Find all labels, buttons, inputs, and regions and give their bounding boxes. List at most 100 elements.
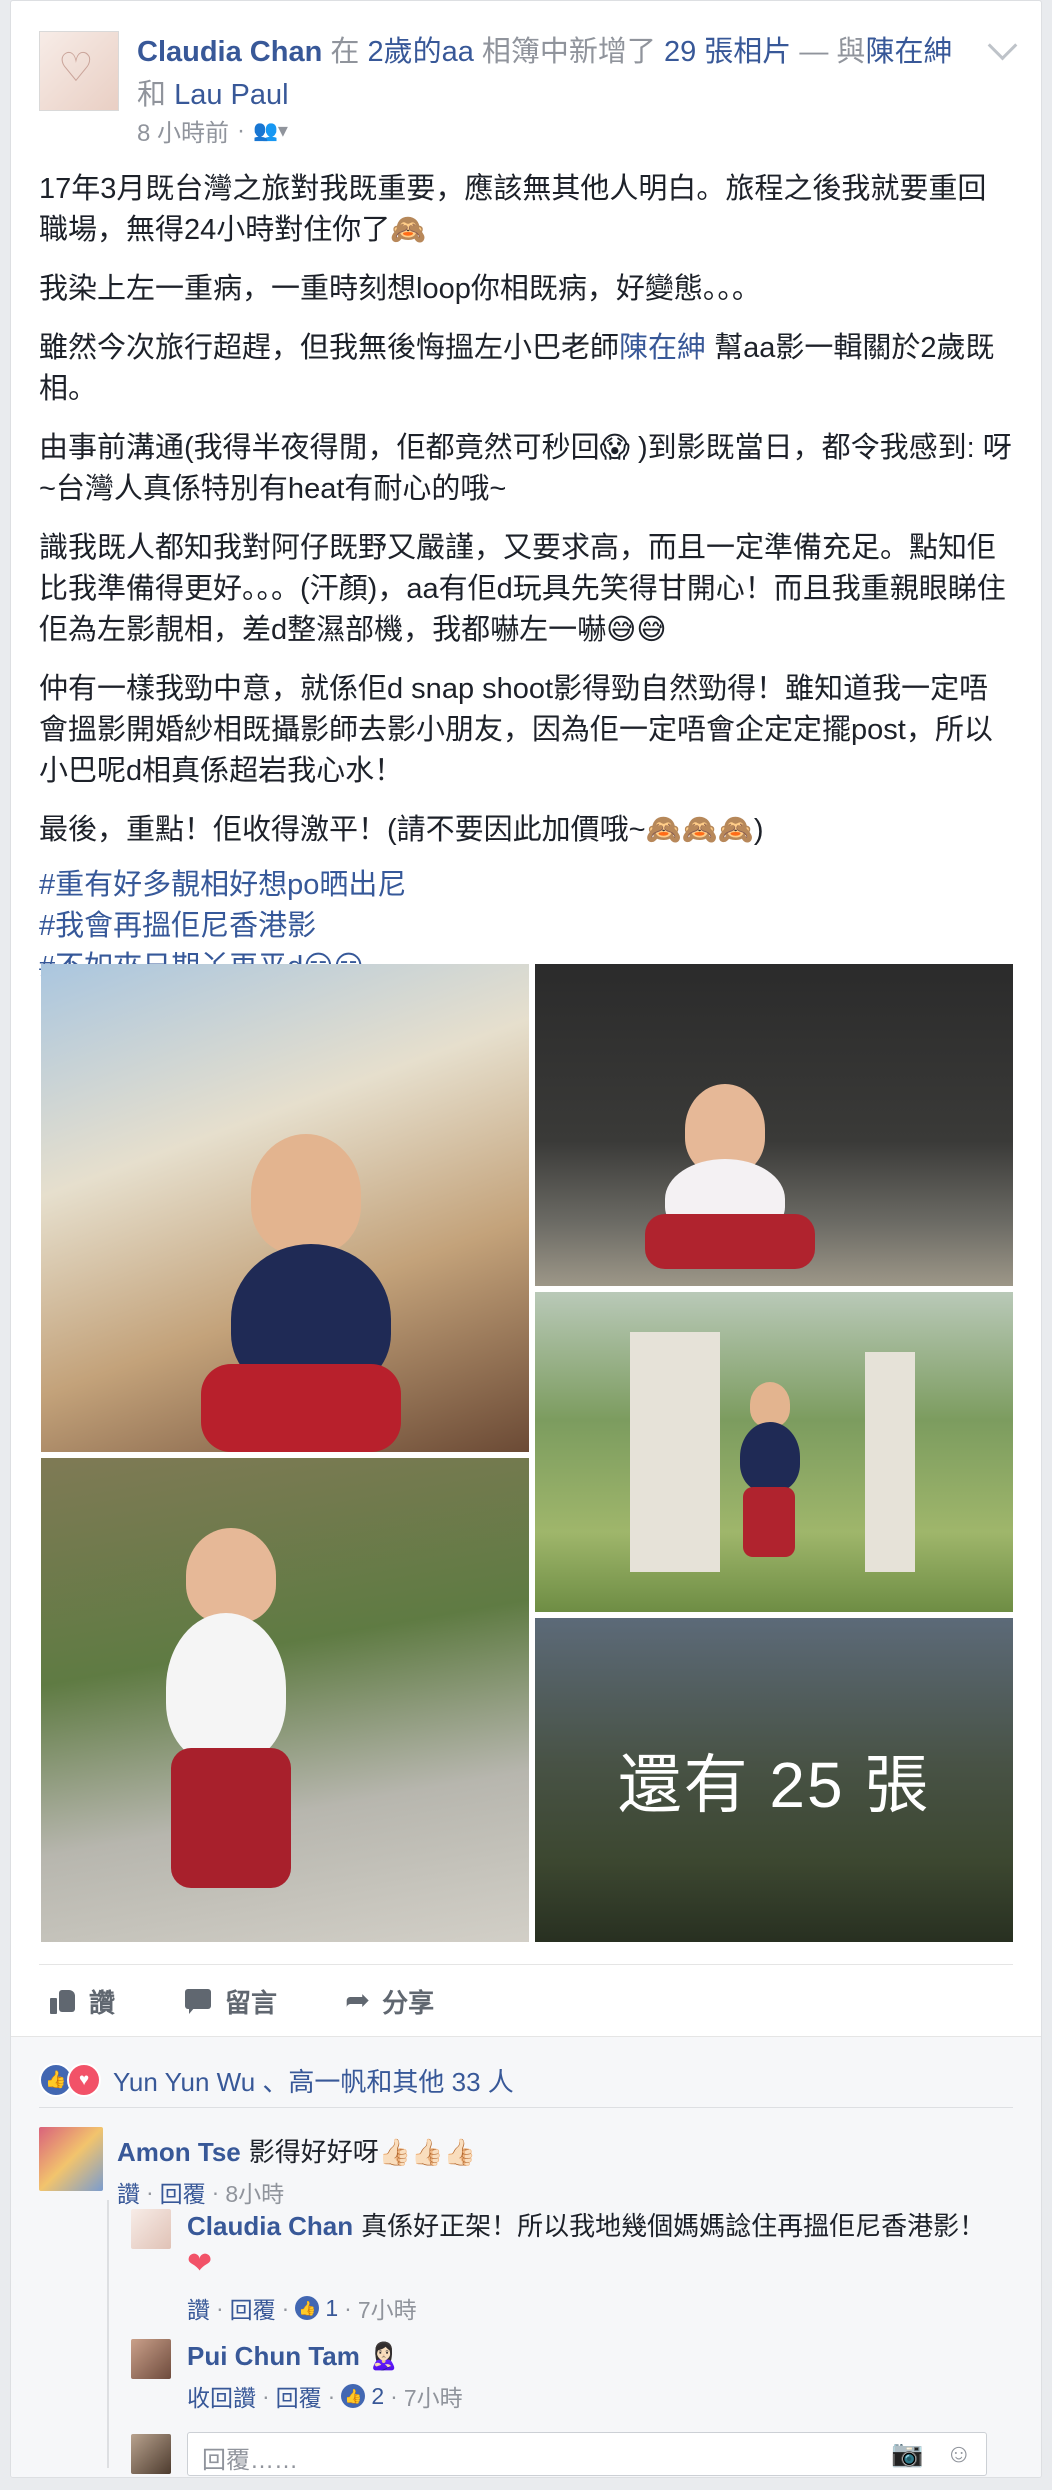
comment-button[interactable]: 留言 (175, 1983, 277, 2020)
post-header: ♡ Claudia Chan 在 2歲的aa 相簿中新增了 29 張相片 — 與… (39, 30, 1018, 151)
dot: · (281, 2294, 290, 2321)
headline-and-text: 和 (137, 79, 167, 111)
comment-text: Amon Tse 影得好好呀👍🏻👍🏻👍🏻 (117, 2133, 476, 2171)
photo-1[interactable] (41, 964, 529, 1452)
tagged-user-2[interactable]: Lau Paul (174, 79, 289, 111)
comment-like-link[interactable]: 讚 (117, 2175, 140, 2209)
heart-emoji-icon: ❤ (187, 2247, 213, 2280)
hashtag-2[interactable]: #我會再搵佢尼香港影 (39, 906, 1013, 947)
paragraph-2: 我染上左一重病，一重時刻想loop你相既病，好變態。。。 (39, 273, 761, 305)
comment-text: Pui Chun Tam 🙎🏻‍♀️ (187, 2337, 400, 2375)
post-headline: Claudia Chan 在 2歲的aa 相簿中新增了 29 張相片 — 與陳在… (137, 31, 953, 117)
photo-count-link[interactable]: 29 張相片 (664, 36, 791, 68)
comment-icon (183, 1986, 213, 2016)
comment-reply-link[interactable]: 回覆 (160, 2175, 206, 2209)
reaction-summary[interactable]: 👍 ♥ Yun Yun Wu 、高一帆和其他 33 人 (39, 2053, 1013, 2108)
current-user-avatar (131, 2434, 171, 2474)
share-arrow-icon: ➦ (345, 1984, 371, 2017)
friends-privacy-icon[interactable]: 👥▾ (253, 118, 288, 143)
tagged-user-1[interactable]: 陳在紳 (865, 36, 952, 68)
action-bar: 讚 留言 ➦ 分享 (39, 1964, 1013, 2037)
author-name[interactable]: Claudia Chan (137, 36, 322, 68)
comment-time[interactable]: 8小時 (225, 2175, 284, 2209)
album-link[interactable]: 2歲的aa (367, 36, 473, 68)
share-button[interactable]: ➦ 分享 (337, 1983, 434, 2020)
commenter-avatar[interactable] (39, 2127, 103, 2191)
emoji-icon[interactable]: ☺ (945, 2438, 972, 2469)
commenter-avatar[interactable] (131, 2209, 171, 2249)
commenter-avatar[interactable] (131, 2339, 171, 2379)
headline-mid-text: 相簿中新增了 (481, 36, 656, 68)
photo-3[interactable] (535, 1292, 1013, 1612)
paragraph-5: 識我既人都知我對阿仔既野又嚴謹，又要求高，而且一定準備充足。點知佢比我準備得更好… (39, 532, 1006, 646)
comment-reply-link[interactable]: 回覆 (276, 2379, 322, 2413)
paragraph-4: 由事前溝通(我得半夜得閒，佢都竟然可秒回😱 )到影既當日，都令我感到: 呀~台灣… (39, 432, 1012, 505)
reaction-names[interactable]: Yun Yun Wu 、高一帆和其他 33 人 (113, 2062, 514, 2099)
comment-actions: 收回讚 · 回覆 · 👍 2 · 7小時 (187, 2379, 463, 2413)
heart-hands-icon: ♡ (58, 46, 94, 90)
paragraph-1: 17年3月既台灣之旅對我既重要，應該無其他人明白。旅程之後我就要重回職場，無得2… (39, 173, 987, 246)
photo-2[interactable] (535, 964, 1013, 1286)
author-avatar[interactable]: ♡ (39, 31, 119, 111)
photo-4[interactable] (41, 1458, 529, 1942)
photo-grid: 還有 25 張 (41, 964, 1013, 1942)
reply-input[interactable]: 回覆…… 📷 ☺ (187, 2432, 987, 2476)
comment-body: 🙎🏻‍♀️ (367, 2341, 401, 2371)
comment-1: Amon Tse 影得好好呀👍🏻👍🏻👍🏻 讚 · 回覆 · 8小時 (39, 2127, 999, 2207)
comment-time[interactable]: 7小時 (358, 2291, 417, 2325)
comment-like-link[interactable]: 讚 (187, 2291, 210, 2325)
like-count-icon: 👍 (341, 2384, 366, 2408)
dot: · (211, 2178, 220, 2205)
camera-icon[interactable]: 📷 (891, 2438, 923, 2469)
comments-section: 👍 ♥ Yun Yun Wu 、高一帆和其他 33 人 Amon Tse 影得好好… (11, 2036, 1041, 2477)
reply-placeholder: 回覆…… (202, 2447, 298, 2474)
reply-thread-line (107, 2200, 109, 2468)
more-photos-overlay[interactable]: 還有 25 張 (535, 1618, 1013, 1942)
separator-dot: · (237, 116, 246, 144)
post-time[interactable]: 8 小時前 (137, 113, 229, 148)
comment-unlike-link[interactable]: 收回讚 (187, 2379, 256, 2413)
dot: · (146, 2178, 154, 2205)
dot: · (262, 2382, 270, 2409)
paragraph-3: 雖然今次旅行超趕，但我無後悔搵左小巴老師陳在紳 幫aa影一輯關於2歲既相。 (39, 328, 1013, 410)
dot: · (344, 2294, 352, 2321)
reply-1: Claudia Chan 真係好正架！所以我地幾個媽媽諗住再搵佢尼香港影！ ❤ 讚 ·… (131, 2207, 1031, 2327)
comment-label: 留言 (225, 1987, 278, 2018)
thumbs-up-icon (47, 1986, 77, 2016)
commenter-name[interactable]: Pui Chun Tam (187, 2341, 360, 2371)
comment-body: 影得好好呀👍🏻👍🏻👍🏻 (248, 2137, 476, 2167)
paragraph-6: 仲有一樣我勁中意，就係佢d snap shoot影得勁自然勁得！雖知道我一定唔會… (39, 673, 993, 787)
commenter-name[interactable]: Claudia Chan (187, 2211, 353, 2241)
paragraph-3a: 雖然今次旅行超趕，但我無後悔搵左小巴老師 (39, 332, 620, 364)
dot: · (327, 2382, 336, 2409)
comment-reply-link[interactable]: 回覆 (230, 2291, 276, 2325)
headline-with-text: — 與 (799, 36, 866, 68)
headline-in-text: 在 (330, 36, 360, 68)
more-photos-label: 還有 25 張 (617, 1749, 931, 1821)
dot: · (216, 2294, 224, 2321)
reply-2: Pui Chun Tam 🙎🏻‍♀️ 收回讚 · 回覆 · 👍 2 · 7小時 (131, 2337, 1031, 2417)
post-card: ♡ Claudia Chan 在 2歲的aa 相簿中新增了 29 張相片 — 與… (10, 0, 1042, 2478)
hashtag-1[interactable]: #重有好多靚相好想po晒出尼 (39, 865, 1013, 906)
comment-actions: 讚 · 回覆 · 👍 1 · 7小時 (187, 2291, 417, 2325)
comment-body: 真係好正架！所以我地幾個媽媽諗住再搵佢尼香港影！ (361, 2211, 986, 2241)
photo-5-more[interactable]: 還有 25 張 (535, 1618, 1013, 1942)
love-reaction-icon: ♥ (67, 2063, 101, 2097)
dot: · (390, 2382, 398, 2409)
comment-actions: 讚 · 回覆 · 8小時 (117, 2175, 284, 2209)
comment-text: Claudia Chan 真係好正架！所以我地幾個媽媽諗住再搵佢尼香港影！ ❤ (187, 2207, 985, 2283)
post-meta: 8 小時前 · 👥▾ (137, 113, 288, 148)
paragraph-7: 最後，重點！佢收得激平！(請不要因此加價哦~🙈🙈🙈) (39, 814, 764, 846)
like-count-icon: 👍 (295, 2296, 320, 2320)
mention-link[interactable]: 陳在紳 (619, 332, 706, 364)
reply-tools: 📷 ☺ (891, 2438, 972, 2469)
like-button[interactable]: 讚 (39, 1983, 115, 2020)
post-body: 17年3月既台灣之旅對我既重要，應該無其他人明白。旅程之後我就要重回職場，無得2… (39, 169, 1013, 988)
like-label: 讚 (89, 1987, 116, 2018)
post-options-chevron-icon[interactable] (987, 30, 1018, 61)
like-count[interactable]: 2 (371, 2383, 384, 2410)
like-count[interactable]: 1 (325, 2295, 338, 2322)
share-label: 分享 (382, 1987, 435, 2018)
comment-time[interactable]: 7小時 (404, 2379, 463, 2413)
commenter-name[interactable]: Amon Tse (117, 2137, 241, 2167)
